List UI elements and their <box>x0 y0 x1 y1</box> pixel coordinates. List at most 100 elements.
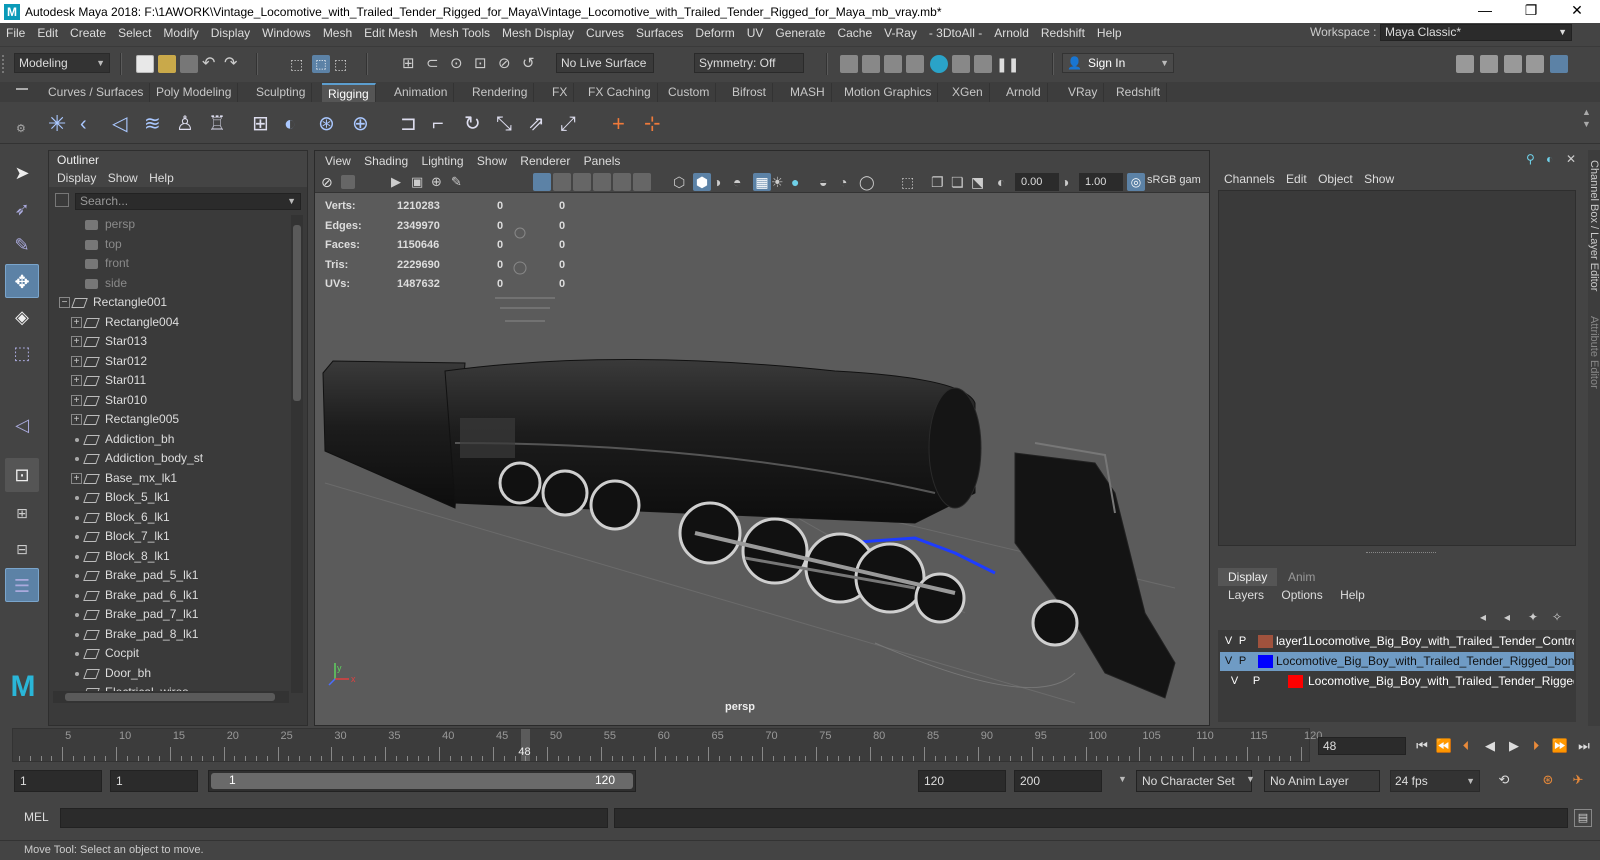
layer-playback-toggle[interactable]: P <box>1250 672 1263 691</box>
viewport-menu-show[interactable]: Show <box>477 154 507 168</box>
filter-icon[interactable] <box>55 193 69 207</box>
workspace-dropdown[interactable]: Maya Classic* ▼ <box>1380 24 1572 41</box>
snap-surface-icon[interactable]: ⊘ <box>498 55 516 73</box>
edit-menu[interactable]: Edit <box>1286 172 1307 186</box>
channel-box-close-icon[interactable]: ✕ <box>1566 152 1580 166</box>
grip-handle[interactable] <box>2 55 10 73</box>
orient-constraint-icon[interactable]: ↻ <box>464 112 488 136</box>
xray-joints-icon[interactable]: ⬔ <box>971 173 989 191</box>
panel-resize-handle[interactable] <box>1366 552 1436 556</box>
snap-view-icon[interactable]: ⊡ <box>474 55 492 73</box>
menu-select[interactable]: Select <box>112 26 157 40</box>
layer-color-swatch[interactable] <box>1258 655 1273 668</box>
menu-file[interactable]: File <box>0 26 31 40</box>
four-view-layout-icon[interactable]: ⊞ <box>5 496 39 530</box>
snap-live-icon[interactable]: ↺ <box>522 55 540 73</box>
tool-settings-icon[interactable] <box>1526 55 1544 73</box>
command-input[interactable] <box>60 808 608 828</box>
field-chart-icon[interactable] <box>613 173 631 191</box>
tab-bifrost[interactable]: Bifrost <box>726 83 774 102</box>
cluster-icon[interactable]: ⊕ <box>352 112 376 136</box>
live-surface-field[interactable]: No Live Surface <box>556 53 654 73</box>
outliner-item[interactable]: Brake_pad_5_lk1 <box>49 566 291 585</box>
close-button[interactable]: ✕ <box>1554 0 1600 23</box>
menu-windows[interactable]: Windows <box>256 26 317 40</box>
tab-arnold[interactable]: Arnold <box>1000 83 1048 102</box>
new-layer-icon[interactable]: ✦ <box>1528 610 1538 624</box>
joint-tool-icon[interactable]: ✳ <box>48 112 72 136</box>
new-layer-selected-icon[interactable]: ✧ <box>1552 610 1562 624</box>
minimize-button[interactable]: — <box>1462 0 1508 23</box>
outliner-item[interactable]: persp <box>49 215 291 234</box>
outliner-item[interactable]: + Star010 <box>49 391 291 410</box>
gamma-field[interactable]: 1.00 <box>1079 173 1123 191</box>
outliner-item[interactable]: Brake_pad_7_lk1 <box>49 605 291 624</box>
play-forwards-icon[interactable]: ▶ <box>1504 736 1524 756</box>
menu-modify[interactable]: Modify <box>157 26 204 40</box>
tab-rendering[interactable]: Rendering <box>466 83 535 102</box>
wireframe-on-shaded-icon[interactable]: ◑ <box>713 173 731 191</box>
sign-in-button[interactable]: 👤 Sign In ▼ <box>1062 53 1174 73</box>
scrollbar-thumb[interactable] <box>293 225 301 401</box>
select-tool-icon[interactable]: ➤ <box>5 156 39 190</box>
wireframe-icon[interactable]: ⬡ <box>673 173 691 191</box>
step-forward-key-icon[interactable]: ⏵ <box>1526 736 1546 756</box>
menu-deform[interactable]: Deform <box>689 26 740 40</box>
outliner-layout-icon[interactable]: ☰ <box>5 568 39 602</box>
camera-attributes-icon[interactable] <box>341 175 355 189</box>
menu-create[interactable]: Create <box>64 26 112 40</box>
render-settings-icon[interactable] <box>906 55 924 73</box>
outliner-item[interactable]: + Rectangle004 <box>49 313 291 332</box>
color-space-label[interactable]: sRGB gam <box>1147 174 1201 186</box>
menu-mesh-tools[interactable]: Mesh Tools <box>424 26 496 40</box>
menu-surfaces[interactable]: Surfaces <box>630 26 689 40</box>
playback-end-field[interactable]: 120 <box>918 770 1006 792</box>
fps-dropdown[interactable]: 24 fps ▼ <box>1390 770 1480 792</box>
parent-constraint-icon[interactable]: ⊐ <box>400 112 424 136</box>
exposure-field[interactable]: 0.00 <box>1015 173 1059 191</box>
open-scene-icon[interactable] <box>158 55 176 73</box>
menu-arnold[interactable]: Arnold <box>988 26 1035 40</box>
move-tool-icon[interactable]: ✥ <box>5 264 39 298</box>
options-menu[interactable]: Options <box>1281 588 1322 602</box>
character-set-field[interactable]: No Character Set <box>1136 770 1252 792</box>
menu-edit[interactable]: Edit <box>31 26 64 40</box>
anti-aliasing-icon[interactable]: ◔ <box>839 173 857 191</box>
channels-menu[interactable]: Channels <box>1224 172 1275 186</box>
channel-box-side-tab[interactable]: Channel Box / Layer Editor <box>1588 160 1600 291</box>
light-editor-icon[interactable] <box>974 55 992 73</box>
rotate-tool-icon[interactable]: ◈ <box>5 300 39 334</box>
go-to-start-icon[interactable]: ⏮ <box>1412 736 1432 756</box>
lattice-icon[interactable]: ⊛ <box>318 112 342 136</box>
shelf-gear-icon[interactable]: ⚙ <box>16 122 26 135</box>
outliner-search-input[interactable]: Search... ▼ <box>75 193 301 210</box>
range-bar-handle[interactable] <box>211 773 633 789</box>
undo-icon[interactable]: ↶ <box>202 55 220 73</box>
scale-tool-icon[interactable]: ⬚ <box>5 336 39 370</box>
menu-help[interactable]: Help <box>1091 26 1128 40</box>
outliner-menu-display[interactable]: Display <box>57 171 96 185</box>
save-scene-icon[interactable] <box>180 55 198 73</box>
outliner-item[interactable]: Block_6_lk1 <box>49 508 291 527</box>
menu-3dtoall[interactable]: - 3DtoAll - <box>923 26 988 40</box>
bookmark-icon[interactable]: ▶ <box>391 173 409 191</box>
outliner-item[interactable]: + Star012 <box>49 352 291 371</box>
hypershade-icon[interactable] <box>930 55 948 73</box>
display-layer-row[interactable]: V Player1Locomotive_Big_Boy_with_Trailed_… <box>1220 632 1574 651</box>
outliner-item[interactable]: Block_5_lk1 <box>49 488 291 507</box>
ipr-render-icon[interactable] <box>884 55 902 73</box>
layer-visibility-toggle[interactable]: V <box>1222 652 1235 671</box>
safe-action-icon[interactable] <box>633 173 651 191</box>
single-perspective-layout-icon[interactable]: ⊡ <box>5 458 39 492</box>
go-to-end-icon[interactable]: ⏭ <box>1574 736 1594 756</box>
menu-redshift[interactable]: Redshift <box>1035 26 1091 40</box>
tab-display-layers[interactable]: Display <box>1218 568 1278 586</box>
menu-vray[interactable]: V-Ray <box>878 26 923 40</box>
outliner-menu-show[interactable]: Show <box>108 171 138 185</box>
tab-animation[interactable]: Animation <box>388 83 455 102</box>
shadows-icon[interactable]: ☀ <box>771 173 789 191</box>
outliner-item[interactable]: Brake_pad_6_lk1 <box>49 586 291 605</box>
scrollbar-thumb[interactable] <box>65 693 275 701</box>
layer-visibility-toggle[interactable]: V <box>1228 672 1241 691</box>
outliner-item[interactable]: + Star011 <box>49 371 291 390</box>
